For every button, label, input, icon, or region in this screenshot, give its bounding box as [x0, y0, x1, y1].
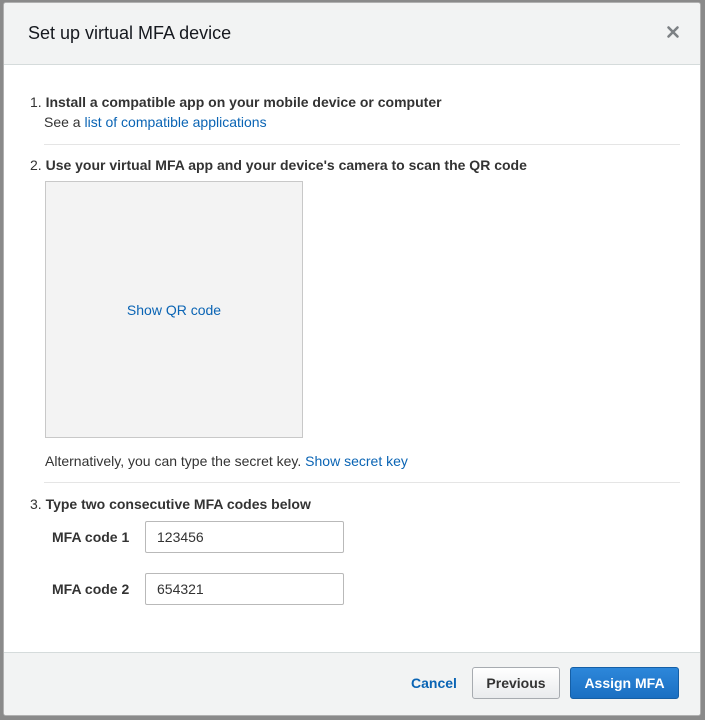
previous-button[interactable]: Previous — [472, 667, 560, 699]
secret-key-line: Alternatively, you can type the secret k… — [45, 453, 408, 469]
compatible-apps-link[interactable]: list of compatible applications — [84, 114, 266, 130]
see-prefix: See a — [44, 114, 81, 130]
mfa-code-1-row: MFA code 1 — [52, 521, 344, 553]
dialog-header: Set up virtual MFA device — [4, 3, 700, 65]
dialog-body: 1. Install a compatible app on your mobi… — [4, 65, 700, 655]
mfa-code-2-row: MFA code 2 — [52, 573, 344, 605]
cancel-button[interactable]: Cancel — [399, 667, 469, 699]
alt-text: Alternatively, you can type the secret k… — [45, 453, 302, 469]
assign-mfa-button[interactable]: Assign MFA — [570, 667, 679, 699]
show-qr-code-link[interactable]: Show QR code — [127, 302, 221, 318]
mfa-code-2-input[interactable] — [145, 573, 344, 605]
step2-title: Use your virtual MFA app and your device… — [45, 157, 527, 173]
step2-number: 2. — [30, 157, 42, 173]
step3-number: 3. — [30, 496, 42, 512]
mfa-code-2-label: MFA code 2 — [52, 581, 130, 597]
step1-heading: 1. Install a compatible app on your mobi… — [30, 94, 680, 110]
close-icon[interactable] — [664, 23, 682, 41]
mfa-setup-dialog: Set up virtual MFA device 1. Install a c… — [3, 2, 701, 716]
step2-heading: 2. Use your virtual MFA app and your dev… — [30, 157, 680, 173]
mfa-code-1-input[interactable] — [145, 521, 344, 553]
divider — [44, 482, 680, 483]
qr-code-area: Show QR code — [45, 181, 303, 438]
step-enter-codes: 3. Type two consecutive MFA codes below — [30, 496, 680, 512]
divider — [44, 144, 680, 145]
step3-title: Type two consecutive MFA codes below — [45, 496, 311, 512]
show-secret-key-link[interactable]: Show secret key — [305, 453, 408, 469]
step1-number: 1. — [30, 94, 42, 110]
step1-title: Install a compatible app on your mobile … — [45, 94, 442, 110]
mfa-code-1-label: MFA code 1 — [52, 529, 130, 545]
step1-subline: See a list of compatible applications — [44, 114, 680, 130]
dialog-footer: Cancel Previous Assign MFA — [4, 652, 700, 715]
step-install-app: 1. Install a compatible app on your mobi… — [30, 94, 680, 130]
step3-heading: 3. Type two consecutive MFA codes below — [30, 496, 680, 512]
step-scan-qr: 2. Use your virtual MFA app and your dev… — [30, 157, 680, 173]
dialog-title: Set up virtual MFA device — [28, 23, 232, 43]
